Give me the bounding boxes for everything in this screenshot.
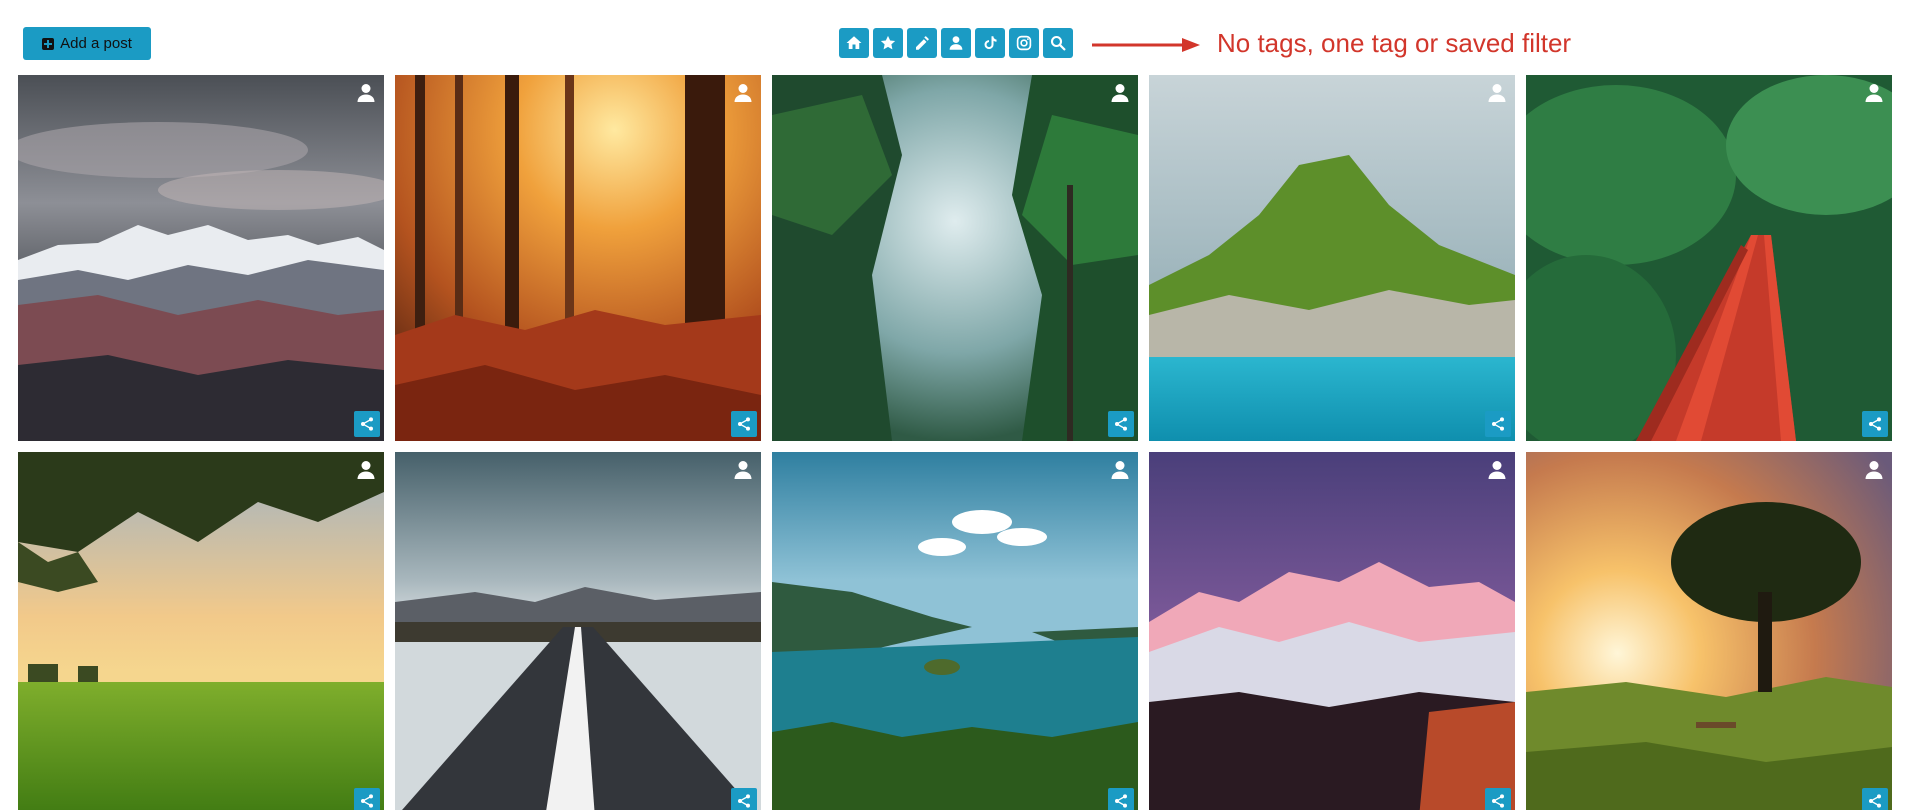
post-tile[interactable] [1526,452,1892,810]
user-icon[interactable] [1862,81,1886,105]
post-tile[interactable] [1149,452,1515,810]
profile-button[interactable] [941,28,971,58]
post-tile[interactable] [18,452,384,810]
user-icon[interactable] [354,81,378,105]
post-photo [1149,452,1515,810]
user-icon[interactable] [731,458,755,482]
post-photo [772,75,1138,441]
share-icon [361,794,373,808]
search-button[interactable] [1043,28,1073,58]
home-button[interactable] [839,28,869,58]
star-icon [880,35,896,50]
share-icon [1492,794,1504,808]
user-icon [949,36,963,50]
post-photo [1149,75,1515,441]
search-icon [1050,35,1066,51]
user-icon[interactable] [1108,81,1132,105]
post-photo [1526,452,1892,810]
add-post-button[interactable]: Add a post [23,27,151,60]
share-button[interactable] [1485,411,1511,437]
post-tile[interactable] [772,452,1138,810]
tiktok-button[interactable] [975,28,1005,58]
share-button[interactable] [354,788,380,810]
post-photo [395,75,761,441]
share-button[interactable] [1485,788,1511,810]
share-icon [1115,417,1127,431]
tiktok-icon [984,36,997,50]
post-photo [18,452,384,810]
share-icon [1115,794,1127,808]
user-icon[interactable] [1108,458,1132,482]
add-post-label: Add a post [60,35,132,52]
share-icon [361,417,373,431]
edit-button[interactable] [907,28,937,58]
favorites-button[interactable] [873,28,903,58]
share-button[interactable] [354,411,380,437]
annotation-text: No tags, one tag or saved filter [1217,28,1572,58]
instagram-button[interactable] [1009,28,1039,58]
post-tile[interactable] [395,75,761,441]
plus-square-icon [42,37,55,50]
share-button[interactable] [731,788,757,810]
filter-toolbar [839,28,1073,58]
share-icon [1869,417,1881,431]
user-icon[interactable] [1862,458,1886,482]
post-grid [18,75,1894,810]
post-tile[interactable] [18,75,384,441]
user-icon[interactable] [731,81,755,105]
user-icon[interactable] [1485,81,1509,105]
share-icon [738,794,750,808]
user-icon[interactable] [1485,458,1509,482]
share-icon [1492,417,1504,431]
annotation-arrow-icon [1092,38,1200,52]
share-button[interactable] [1862,411,1888,437]
post-tile[interactable] [772,75,1138,441]
share-button[interactable] [1108,411,1134,437]
share-icon [1869,794,1881,808]
post-tile[interactable] [395,452,761,810]
instagram-icon [1016,35,1032,51]
share-icon [738,417,750,431]
post-photo [395,452,761,810]
post-photo [772,452,1138,810]
post-tile[interactable] [1526,75,1892,441]
share-button[interactable] [1862,788,1888,810]
user-icon[interactable] [354,458,378,482]
home-icon [846,36,862,49]
post-photo [1526,75,1892,441]
share-button[interactable] [731,411,757,437]
share-button[interactable] [1108,788,1134,810]
pencil-icon [916,36,929,50]
post-tile[interactable] [1149,75,1515,441]
post-photo [18,75,384,441]
